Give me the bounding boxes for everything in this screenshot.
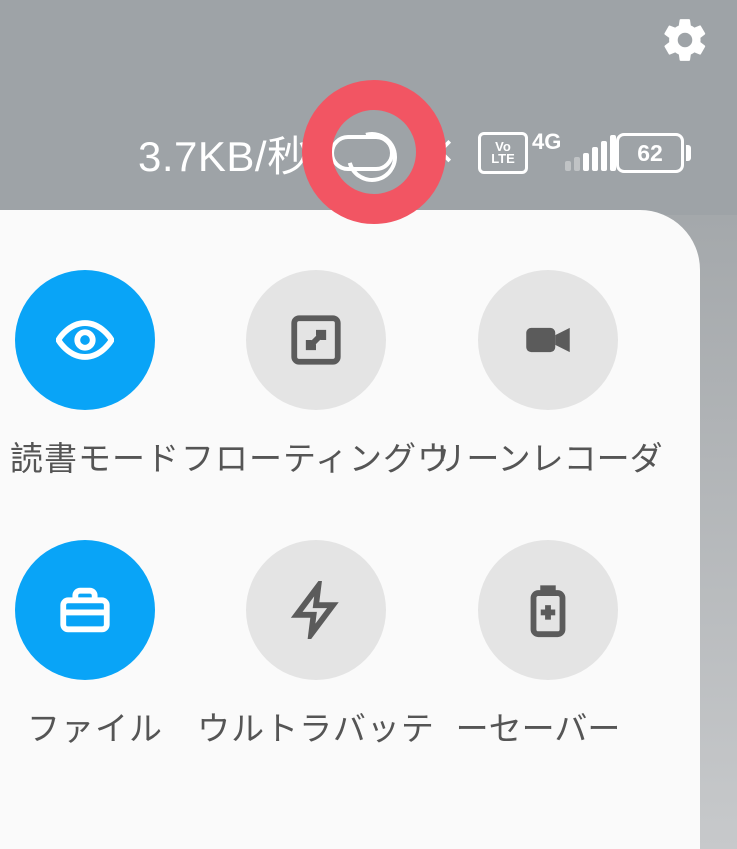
volte-bottom: LTE <box>491 153 515 165</box>
close-glyph: ✕ <box>424 134 456 172</box>
tile-label: ウルトラバッテ <box>197 702 435 750</box>
settings-button[interactable] <box>655 10 715 70</box>
capsule-indicator: ✕ <box>330 134 456 172</box>
status-bar: 3.7KB/秒 ✕ Vo LTE 4G 62 <box>0 123 737 183</box>
network-speed: 3.7KB/秒 <box>138 123 310 184</box>
quick-settings-panel: 読書モード フローティングウ リーンレコーダ ファイル ウルトラバッテ <box>0 210 700 849</box>
battery-indicator: 62 <box>616 133 691 173</box>
tile-floating-window[interactable]: フローティングウ <box>200 270 432 480</box>
tile-label: リーンレコーダ <box>433 432 662 480</box>
volte-indicator: Vo LTE <box>478 132 528 174</box>
tile-label: ファイル <box>27 702 163 750</box>
tile-screen-recorder[interactable]: リーンレコーダ <box>432 270 664 480</box>
battery-icon: 62 <box>616 133 684 173</box>
briefcase-icon <box>15 540 155 680</box>
signal-bars-icon <box>565 135 616 171</box>
video-camera-icon <box>478 270 618 410</box>
lightning-icon <box>246 540 386 680</box>
battery-plus-icon <box>478 540 618 680</box>
tile-file[interactable]: ファイル <box>0 540 200 750</box>
signal-indicator: 4G <box>532 135 616 171</box>
pill-icon <box>330 135 394 171</box>
tile-label: ーセーバー <box>456 702 621 750</box>
tile-label: 読書モード <box>10 432 180 480</box>
gear-icon <box>660 15 710 65</box>
floating-window-icon <box>246 270 386 410</box>
eye-icon <box>15 270 155 410</box>
tile-battery-saver[interactable]: ーセーバー <box>432 540 664 750</box>
battery-percent: 62 <box>637 140 663 167</box>
tile-reading-mode[interactable]: 読書モード <box>0 270 200 480</box>
tile-ultra-battery[interactable]: ウルトラバッテ <box>200 540 432 750</box>
network-gen: 4G <box>532 129 561 155</box>
tile-label: フローティングウ <box>181 432 451 480</box>
